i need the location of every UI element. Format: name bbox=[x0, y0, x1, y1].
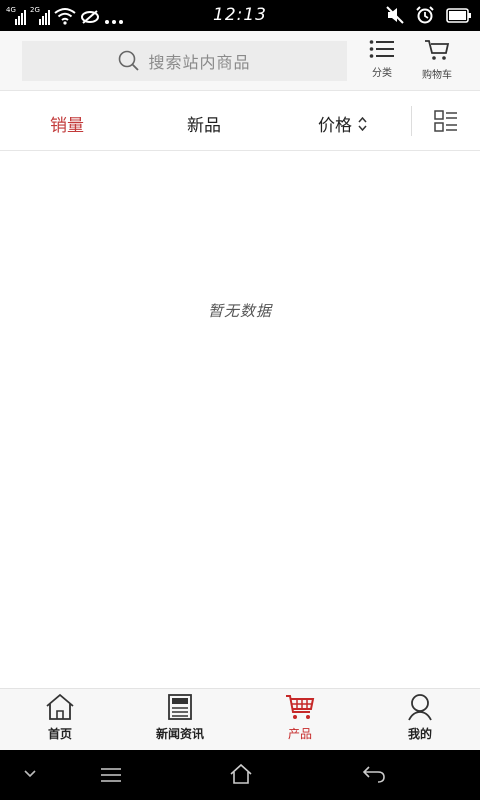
empty-state-text: 暂无数据 bbox=[207, 302, 272, 320]
status-bar: 4G 2G 12:13 bbox=[0, 0, 480, 31]
tab-products-label: 产品 bbox=[287, 727, 312, 741]
chevron-down-icon[interactable] bbox=[24, 770, 36, 778]
news-icon bbox=[168, 694, 192, 720]
search-icon bbox=[119, 50, 140, 71]
bottom-tab-bar: 首页 新闻资讯 产品 我的 bbox=[0, 688, 480, 750]
sort-by-sales[interactable]: 销量 bbox=[50, 111, 84, 136]
shopping-cart-icon bbox=[425, 40, 450, 60]
cart-button[interactable]: 购物车 bbox=[412, 39, 462, 85]
tab-home[interactable]: 首页 bbox=[0, 693, 120, 749]
cart-label: 购物车 bbox=[422, 70, 452, 81]
battery-icon bbox=[446, 7, 471, 23]
system-nav-bar bbox=[0, 750, 480, 800]
sort-by-price[interactable]: 价格 bbox=[318, 111, 367, 136]
tab-news-label: 新闻资讯 bbox=[155, 727, 204, 741]
category-label: 分类 bbox=[372, 68, 392, 79]
sort-by-new[interactable]: 新品 bbox=[187, 111, 221, 136]
top-header: 搜索站内商品 分类 购物车 bbox=[0, 31, 480, 91]
sort-divider bbox=[411, 106, 412, 136]
category-list-icon bbox=[369, 40, 394, 58]
menu-icon[interactable] bbox=[100, 767, 122, 783]
mute-icon bbox=[386, 6, 404, 24]
user-icon bbox=[408, 694, 432, 721]
tab-news[interactable]: 新闻资讯 bbox=[120, 693, 240, 749]
sort-updown-icon bbox=[358, 116, 367, 131]
layout-toggle-button[interactable] bbox=[434, 110, 458, 136]
list-grid-toggle-icon bbox=[434, 110, 457, 132]
sort-bar: 销量 新品 价格 bbox=[0, 92, 480, 151]
search-placeholder: 搜索站内商品 bbox=[148, 53, 251, 72]
back-icon[interactable] bbox=[362, 765, 386, 783]
cart-icon bbox=[286, 695, 315, 719]
tab-home-label: 首页 bbox=[47, 727, 72, 741]
search-input[interactable]: 搜索站内商品 bbox=[22, 41, 347, 81]
tab-mine-label: 我的 bbox=[407, 727, 432, 741]
alarm-icon bbox=[416, 6, 434, 24]
category-button[interactable]: 分类 bbox=[357, 39, 407, 85]
sort-price-label: 价格 bbox=[318, 116, 352, 136]
tab-mine[interactable]: 我的 bbox=[360, 693, 480, 749]
home-icon bbox=[46, 693, 74, 720]
home-nav-icon[interactable] bbox=[229, 763, 253, 785]
status-right-icons bbox=[386, 6, 472, 24]
tab-products[interactable]: 产品 bbox=[240, 693, 360, 749]
